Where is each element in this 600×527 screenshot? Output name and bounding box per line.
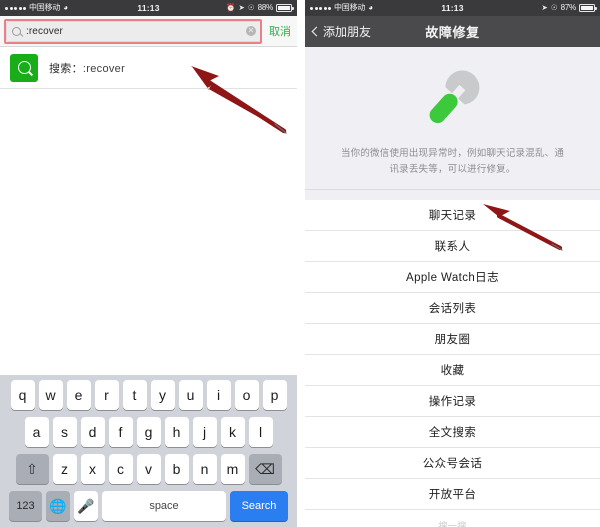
option-session-list[interactable]: 会话列表	[305, 293, 600, 325]
battery-percent-label: 88%	[257, 3, 274, 12]
search-key[interactable]: Search	[230, 491, 288, 521]
key-s[interactable]: s	[52, 417, 77, 447]
battery-icon	[579, 4, 597, 12]
key-j[interactable]: j	[192, 417, 217, 447]
list-item-label: Apple Watch日志	[406, 272, 499, 285]
key-k[interactable]: k	[220, 417, 245, 447]
repair-options-list: 聊天记录 联系人 Apple Watch日志 会话列表 朋友圈 收藏 操作记录 …	[305, 200, 600, 527]
right-phone-panel: 中国移动 ◕ 11:13 ➤ ☉ 87% 添加朋友 故障修复 当你的微信使用出现…	[305, 0, 600, 527]
key-p[interactable]: p	[262, 380, 287, 410]
key-m[interactable]: m	[220, 454, 245, 484]
keyboard-row-2: a s d f g h j k l	[2, 417, 295, 447]
list-item-label: 操作记录	[428, 396, 477, 409]
location-arrow-icon: ➤	[541, 3, 548, 13]
back-button[interactable]: 添加朋友	[311, 23, 372, 40]
list-item-label: 公众号会话	[422, 458, 483, 471]
battery-percent-label: 87%	[560, 3, 577, 12]
list-item-label: 开放平台	[428, 489, 477, 502]
cancel-button[interactable]: 取消	[269, 23, 291, 39]
wrench-icon	[305, 61, 600, 135]
key-w[interactable]: w	[38, 380, 63, 410]
status-bar-right-group: ➤ ☉ 87%	[541, 3, 597, 13]
onscreen-keyboard: q w e r t y u i o p a s d f g h j k l ⇧ …	[0, 375, 297, 527]
option-chat-history[interactable]: 聊天记录	[305, 200, 600, 232]
battery-icon	[276, 4, 294, 12]
microphone-icon[interactable]: 🎤	[74, 491, 98, 521]
search-icon	[12, 26, 21, 36]
search-suggestion-row[interactable]: 搜索：:recover	[0, 47, 297, 89]
space-key[interactable]: space	[102, 491, 226, 521]
list-item-label: 全文搜索	[428, 427, 477, 440]
list-item-label: 收藏	[440, 365, 465, 378]
list-item-label: 联系人	[434, 241, 471, 254]
list-item-label: 会话列表	[428, 303, 477, 316]
key-d[interactable]: d	[80, 417, 105, 447]
clear-icon[interactable]: ✕	[246, 26, 256, 36]
search-input-value: :recover	[26, 25, 63, 37]
option-favorites[interactable]: 收藏	[305, 355, 600, 387]
list-item-label: 聊天记录	[428, 210, 477, 223]
option-official-account-session[interactable]: 公众号会话	[305, 448, 600, 480]
option-apple-watch-log[interactable]: Apple Watch日志	[305, 262, 600, 294]
key-f[interactable]: f	[108, 417, 133, 447]
status-bar-right-group: ⏰ ➤ ☉ 88%	[226, 3, 294, 13]
left-status-bar: 中国移动 ◕ 11:13 ⏰ ➤ ☉ 88%	[0, 0, 297, 16]
navigation-bar: 添加朋友 故障修复	[305, 16, 600, 47]
left-phone-panel: 中国移动 ◕ 11:13 ⏰ ➤ ☉ 88% :recover ✕ 取消 搜索：…	[0, 0, 297, 527]
option-moments[interactable]: 朋友圈	[305, 324, 600, 356]
suggestion-query: :recover	[82, 62, 126, 75]
key-e[interactable]: e	[66, 380, 91, 410]
key-v[interactable]: v	[136, 454, 161, 484]
hero-description: 当你的微信使用出现异常时，例如聊天记录混乱、通讯录丢失等，可以进行修复。	[340, 148, 565, 175]
keyboard-row-4: 123 🌐 🎤 space Search	[2, 491, 295, 521]
shift-icon[interactable]: ⇧	[15, 454, 49, 484]
rotation-lock-icon: ☉	[247, 3, 255, 13]
option-fulltext-search[interactable]: 全文搜索	[305, 417, 600, 449]
option-open-platform[interactable]: 开放平台	[305, 479, 600, 511]
key-o[interactable]: o	[234, 380, 259, 410]
tutorial-screenshot: 中国移动 ◕ 11:13 ⏰ ➤ ☉ 88% :recover ✕ 取消 搜索：…	[0, 0, 600, 527]
key-a[interactable]: a	[24, 417, 49, 447]
option-operation-log[interactable]: 操作记录	[305, 386, 600, 418]
key-l[interactable]: l	[248, 417, 273, 447]
option-contacts[interactable]: 联系人	[305, 231, 600, 263]
suggestion-prefix: 搜索：	[49, 62, 83, 75]
key-u[interactable]: u	[178, 380, 203, 410]
key-t[interactable]: t	[122, 380, 147, 410]
list-top-gap	[305, 190, 600, 201]
key-z[interactable]: z	[52, 454, 77, 484]
key-q[interactable]: q	[10, 380, 35, 410]
globe-icon[interactable]: 🌐	[46, 491, 70, 521]
key-i[interactable]: i	[206, 380, 231, 410]
right-status-bar: 中国移动 ◕ 11:13 ➤ ☉ 87%	[305, 0, 600, 16]
key-b[interactable]: b	[164, 454, 189, 484]
key-n[interactable]: n	[192, 454, 217, 484]
numbers-key[interactable]: 123	[9, 491, 42, 521]
key-c[interactable]: c	[108, 454, 133, 484]
back-button-label: 添加朋友	[323, 25, 372, 39]
search-suggestion-label: 搜索：:recover	[49, 60, 125, 76]
keyboard-row-1: q w e r t y u i o p	[2, 380, 295, 410]
hero-section: 当你的微信使用出现异常时，例如聊天记录混乱、通讯录丢失等，可以进行修复。	[305, 47, 600, 191]
key-r[interactable]: r	[94, 380, 119, 410]
option-partial-bottom[interactable]: 搜一搜	[305, 510, 600, 527]
search-header: :recover ✕ 取消	[0, 16, 297, 47]
keyboard-row-3: ⇧ z x c v b n m ⌫	[2, 454, 295, 484]
search-input[interactable]: :recover ✕	[6, 20, 262, 42]
list-item-label: 搜一搜	[438, 520, 467, 527]
location-arrow-icon: ➤	[238, 3, 245, 13]
key-y[interactable]: y	[150, 380, 175, 410]
key-g[interactable]: g	[136, 417, 161, 447]
rotation-lock-icon: ☉	[550, 3, 558, 13]
key-x[interactable]: x	[80, 454, 105, 484]
chevron-left-icon	[311, 26, 322, 37]
alarm-icon: ⏰	[226, 3, 236, 13]
backspace-icon[interactable]: ⌫	[248, 454, 282, 484]
search-icon	[10, 53, 38, 82]
key-h[interactable]: h	[164, 417, 189, 447]
list-item-label: 朋友圈	[434, 334, 471, 347]
search-results-empty-area	[0, 89, 297, 314]
